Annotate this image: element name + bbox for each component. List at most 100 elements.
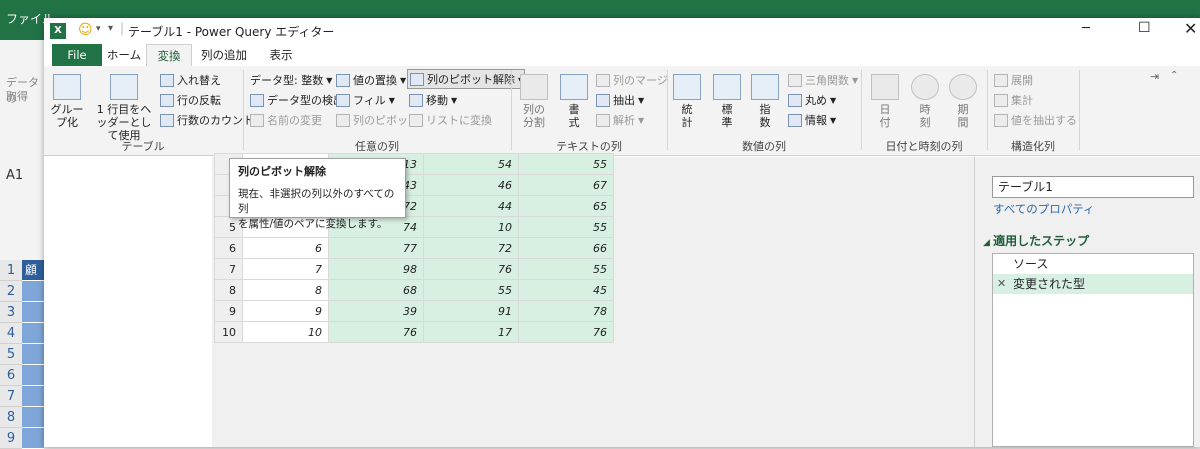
table-cell[interactable]: 55 (518, 258, 614, 280)
table-cell[interactable]: 91 (423, 300, 519, 322)
delete-step-icon[interactable]: ✕ (997, 274, 1006, 294)
excel-row-header[interactable]: 4 (0, 323, 22, 344)
row-number[interactable]: 8 (214, 279, 243, 301)
scientific-button[interactable]: 指数 (750, 74, 780, 129)
date-button[interactable]: 日付 (870, 74, 900, 129)
excel-cell[interactable] (22, 323, 44, 344)
tab-view[interactable]: 表示 (256, 44, 306, 66)
tab-file[interactable]: File (52, 44, 102, 66)
excel-cell[interactable] (22, 407, 44, 428)
maximize-icon[interactable]: ☐ (1138, 20, 1151, 36)
table-cell[interactable]: 10 (423, 216, 519, 238)
table-cell[interactable]: 76 (423, 258, 519, 280)
excel-row-header[interactable]: 2 (0, 281, 22, 302)
table-cell[interactable]: 46 (423, 174, 519, 196)
rename-button[interactable]: 名前の変更 (250, 111, 322, 129)
minimize-icon[interactable]: ─ (1082, 21, 1090, 36)
customize-qat-icon[interactable]: ▾ (108, 23, 113, 34)
table-cell[interactable]: 17 (423, 321, 519, 343)
aggregate-button[interactable]: 集計 (994, 91, 1033, 109)
table-row[interactable]: 6 6 77 72 66 (214, 237, 614, 259)
table-cell[interactable]: 55 (423, 279, 519, 301)
step-item-selected[interactable]: ✕ 変更された型 (993, 274, 1193, 294)
excel-row-header[interactable]: 6 (0, 365, 22, 386)
excel-row-header[interactable]: 1 (0, 260, 22, 281)
table-cell[interactable]: 9 (242, 300, 329, 322)
table-cell[interactable]: 98 (328, 258, 424, 280)
excel-cell[interactable] (22, 428, 44, 449)
convert-to-list-button[interactable]: リストに変換 (409, 111, 492, 129)
row-number[interactable]: 9 (214, 300, 243, 322)
table-cell[interactable]: 67 (518, 174, 614, 196)
parse-button[interactable]: 解析 ▼ (596, 111, 644, 129)
table-cell[interactable]: 66 (518, 237, 614, 259)
smiley-icon[interactable]: ☺ (78, 22, 93, 38)
applied-steps-header[interactable]: ◢ 適用したステップ (983, 232, 1089, 249)
excel-cell[interactable] (22, 302, 44, 323)
reverse-rows-button[interactable]: 行の反転 (160, 91, 221, 109)
table-cell[interactable]: 76 (328, 321, 424, 343)
excel-row-header[interactable]: 9 (0, 428, 22, 449)
format-button[interactable]: 書式 (558, 74, 590, 129)
excel-cell[interactable] (22, 281, 44, 302)
count-rows-button[interactable]: 行数のカウント (160, 111, 254, 129)
excel-cell[interactable] (22, 344, 44, 365)
standard-button[interactable]: 標準 (712, 74, 742, 129)
merge-columns-button[interactable]: 列のマージ (596, 71, 668, 89)
row-number[interactable]: 7 (214, 258, 243, 280)
time-button[interactable]: 時刻 (910, 74, 940, 129)
table-cell[interactable]: 45 (518, 279, 614, 301)
unpivot-columns-button[interactable]: 列のピボット解除▾ (407, 69, 526, 89)
table-row[interactable]: 8 8 68 55 45 (214, 279, 614, 301)
tab-add-column[interactable]: 列の追加 (192, 44, 256, 66)
extract-values-button[interactable]: 値を抽出する (994, 111, 1077, 129)
table-cell[interactable]: 8 (242, 279, 329, 301)
row-number[interactable]: 6 (214, 237, 243, 259)
duration-button[interactable]: 期間 (948, 74, 978, 129)
excel-cell-ref[interactable]: A1 (6, 168, 23, 183)
rounding-button[interactable]: 丸め ▼ (788, 91, 836, 109)
pivot-column-button[interactable]: 列のピボット (336, 111, 419, 129)
all-properties-link[interactable]: すべてのプロパティ (993, 201, 1095, 217)
table-cell[interactable]: 55 (518, 216, 614, 238)
excel-header-cell[interactable]: 顧 (22, 260, 44, 281)
table-cell[interactable]: 54 (423, 153, 519, 175)
table-cell[interactable]: 10 (242, 321, 329, 343)
table-cell[interactable]: 7 (242, 258, 329, 280)
table-cell[interactable]: 76 (518, 321, 614, 343)
query-name-input[interactable]: テーブル1 (992, 176, 1194, 198)
table-row[interactable]: 10 10 76 17 76 (214, 321, 614, 343)
expand-button[interactable]: 展開 (994, 71, 1033, 89)
detect-type-button[interactable]: データ型の検出 (250, 91, 344, 109)
excel-row-header[interactable]: 8 (0, 407, 22, 428)
table-row[interactable]: 7 7 98 76 55 (214, 258, 614, 280)
excel-row-header[interactable]: 3 (0, 302, 22, 323)
collapse-ribbon-icon[interactable]: ⌃ (1170, 70, 1178, 81)
tab-home[interactable]: ホーム (102, 44, 146, 66)
table-cell[interactable]: 78 (518, 300, 614, 322)
table-cell[interactable]: 77 (328, 237, 424, 259)
data-type-dropdown[interactable]: データ型: 整数 ▼ (250, 71, 332, 89)
excel-cell[interactable] (22, 386, 44, 407)
table-cell[interactable]: 68 (328, 279, 424, 301)
table-cell[interactable]: 44 (423, 195, 519, 217)
replace-values-button[interactable]: 値の置換 ▼ (336, 71, 406, 89)
table-cell[interactable]: 6 (242, 237, 329, 259)
table-cell[interactable]: 72 (423, 237, 519, 259)
table-cell[interactable]: 39 (328, 300, 424, 322)
split-column-button[interactable]: 列の分割 (516, 74, 552, 129)
pin-icon[interactable]: ⇥ (1150, 70, 1159, 83)
table-cell[interactable]: 55 (518, 153, 614, 175)
move-button[interactable]: 移動 ▼ (409, 91, 457, 109)
first-row-header-button[interactable]: 1 行目をヘッダーとして使用 (92, 74, 156, 142)
extract-button[interactable]: 抽出 ▼ (596, 91, 644, 109)
table-cell[interactable]: 65 (518, 195, 614, 217)
excel-cell[interactable] (22, 365, 44, 386)
close-icon[interactable]: ✕ (1184, 19, 1197, 38)
group-by-button[interactable]: グループ化 (50, 74, 84, 129)
tab-transform[interactable]: 変換 (146, 44, 192, 66)
row-number[interactable]: 10 (214, 321, 243, 343)
statistics-button[interactable]: 統計 (672, 74, 702, 129)
transpose-button[interactable]: 入れ替え (160, 71, 221, 89)
table-row[interactable]: 9 9 39 91 78 (214, 300, 614, 322)
